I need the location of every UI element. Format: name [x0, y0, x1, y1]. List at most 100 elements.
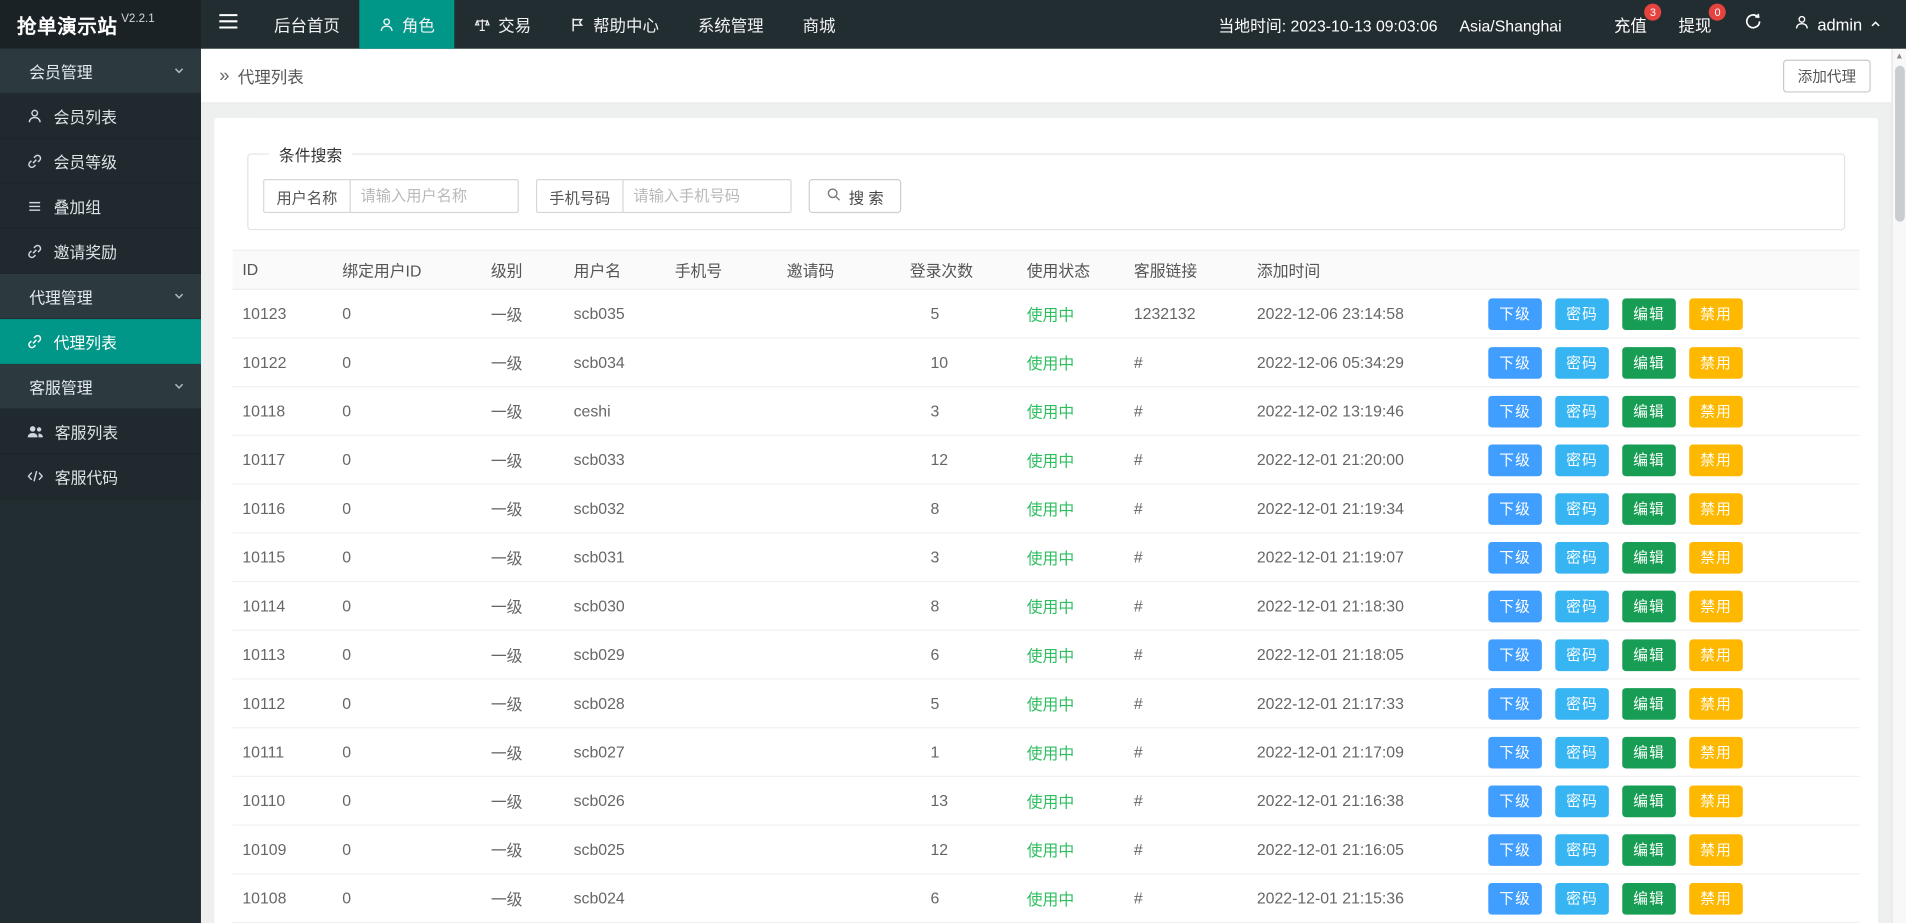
action-lower-button[interactable]: 下级	[1488, 492, 1542, 525]
action-edit-button[interactable]: 编辑	[1622, 687, 1676, 720]
add-agent-button[interactable]: 添加代理	[1782, 59, 1871, 92]
action-edit-button[interactable]: 编辑	[1622, 590, 1676, 622]
action-edit-button[interactable]: 编辑	[1622, 346, 1676, 379]
sidebar-group-会员管理[interactable]: 会员管理	[0, 48, 201, 94]
action-password-button[interactable]: 密码	[1555, 882, 1609, 915]
cell-username: scb031	[563, 532, 665, 583]
sidebar-item-叠加组[interactable]: 叠加组	[0, 183, 201, 229]
cell-id: 10118	[232, 386, 333, 437]
action-lower-button[interactable]: 下级	[1488, 346, 1542, 379]
action-lower-button[interactable]: 下级	[1488, 395, 1542, 427]
action-lower-button[interactable]: 下级	[1488, 833, 1542, 866]
action-lower-button[interactable]: 下级	[1488, 297, 1542, 330]
nav-item-商城[interactable]: 商城	[783, 0, 855, 49]
cell-created: 2022-12-01 21:17:09	[1247, 727, 1479, 778]
action-edit-button[interactable]: 编辑	[1622, 443, 1676, 476]
column-header: 使用状态	[1016, 249, 1125, 290]
action-disable-button[interactable]: 禁用	[1689, 638, 1743, 671]
action-disable-button[interactable]: 禁用	[1689, 687, 1743, 720]
sidebar-toggle-button[interactable]	[201, 0, 255, 49]
action-password-button[interactable]: 密码	[1555, 443, 1609, 476]
action-disable-button[interactable]: 禁用	[1689, 297, 1743, 330]
action-password-button[interactable]: 密码	[1555, 541, 1609, 574]
action-lower-button[interactable]: 下级	[1488, 736, 1542, 768]
nav-item-帮助中心[interactable]: 帮助中心	[550, 0, 678, 49]
action-lower-button[interactable]: 下级	[1488, 638, 1542, 671]
action-edit-button[interactable]: 编辑	[1622, 882, 1676, 915]
cell-phone	[664, 678, 778, 729]
action-password-button[interactable]: 密码	[1555, 784, 1609, 817]
nav-item-label: 后台首页	[274, 17, 340, 36]
cell-actions: 下级 密码 编辑 禁用	[1478, 435, 1860, 485]
user-menu[interactable]: admin	[1780, 0, 1894, 49]
sidebar-item-邀请奖励[interactable]: 邀请奖励	[0, 228, 201, 275]
action-disable-button[interactable]: 禁用	[1689, 590, 1743, 622]
sidebar-group-代理管理[interactable]: 代理管理	[0, 274, 201, 320]
scrollbar-thumb[interactable]	[1894, 65, 1905, 222]
scroll-up-arrow[interactable]: ▲	[1893, 49, 1906, 65]
cell-actions: 下级 密码 编辑 禁用	[1478, 727, 1860, 778]
sidebar-group-客服管理[interactable]: 客服管理	[0, 364, 201, 410]
action-edit-button[interactable]: 编辑	[1622, 833, 1676, 866]
cell-created: 2022-12-01 21:19:07	[1247, 532, 1479, 583]
action-disable-button[interactable]: 禁用	[1689, 395, 1743, 427]
user-icon	[1794, 15, 1810, 34]
cell-invite_code	[777, 727, 901, 778]
action-disable-button[interactable]: 禁用	[1689, 736, 1743, 768]
code-icon	[27, 469, 44, 484]
search-button[interactable]: 搜 索	[808, 179, 901, 214]
action-password-button[interactable]: 密码	[1555, 297, 1609, 330]
action-edit-button[interactable]: 编辑	[1622, 784, 1676, 817]
action-disable-button[interactable]: 禁用	[1689, 346, 1743, 379]
action-disable-button[interactable]: 禁用	[1689, 882, 1743, 915]
action-password-button[interactable]: 密码	[1555, 638, 1609, 671]
action-password-button[interactable]: 密码	[1555, 492, 1609, 525]
action-password-button[interactable]: 密码	[1555, 590, 1609, 622]
action-disable-button[interactable]: 禁用	[1689, 492, 1743, 525]
action-password-button[interactable]: 密码	[1555, 736, 1609, 768]
action-lower-button[interactable]: 下级	[1488, 590, 1542, 622]
recharge-link[interactable]: 充值 3	[1598, 0, 1663, 49]
cell-actions: 下级 密码 编辑 禁用	[1478, 289, 1860, 339]
action-lower-button[interactable]: 下级	[1488, 882, 1542, 915]
cell-service_link: #	[1124, 776, 1248, 826]
nav-item-系统管理[interactable]: 系统管理	[678, 0, 783, 49]
action-edit-button[interactable]: 编辑	[1622, 297, 1676, 330]
action-lower-button[interactable]: 下级	[1488, 541, 1542, 574]
action-password-button[interactable]: 密码	[1555, 395, 1609, 427]
phone-input[interactable]	[622, 179, 792, 214]
action-disable-button[interactable]: 禁用	[1689, 443, 1743, 476]
cell-level: 一级	[481, 386, 564, 437]
action-edit-button[interactable]: 编辑	[1622, 541, 1676, 574]
withdraw-link[interactable]: 提现 0	[1663, 0, 1728, 49]
nav-item-后台首页[interactable]: 后台首页	[255, 0, 360, 49]
link-icon	[27, 243, 43, 259]
action-password-button[interactable]: 密码	[1555, 346, 1609, 379]
action-lower-button[interactable]: 下级	[1488, 784, 1542, 817]
action-password-button[interactable]: 密码	[1555, 833, 1609, 866]
sidebar-item-label: 会员列表	[53, 107, 117, 127]
action-lower-button[interactable]: 下级	[1488, 687, 1542, 720]
refresh-button[interactable]	[1727, 0, 1779, 49]
chevron-up-icon	[1869, 15, 1881, 33]
action-edit-button[interactable]: 编辑	[1622, 395, 1676, 427]
cell-service_link: #	[1124, 873, 1248, 923]
action-password-button[interactable]: 密码	[1555, 687, 1609, 720]
sidebar-item-会员列表[interactable]: 会员列表	[0, 93, 201, 139]
sidebar-item-会员等级[interactable]: 会员等级	[0, 138, 201, 184]
action-lower-button[interactable]: 下级	[1488, 443, 1542, 476]
action-disable-button[interactable]: 禁用	[1689, 833, 1743, 866]
nav-item-角色[interactable]: 角色	[359, 0, 455, 49]
action-edit-button[interactable]: 编辑	[1622, 492, 1676, 525]
action-disable-button[interactable]: 禁用	[1689, 784, 1743, 817]
action-edit-button[interactable]: 编辑	[1622, 736, 1676, 768]
sidebar-item-代理列表[interactable]: 代理列表	[0, 319, 201, 365]
sidebar-item-客服列表[interactable]: 客服列表	[0, 409, 201, 455]
cell-id: 10108	[232, 873, 333, 923]
action-disable-button[interactable]: 禁用	[1689, 541, 1743, 574]
scrollbar[interactable]: ▲	[1891, 48, 1906, 923]
username-input[interactable]	[349, 179, 519, 214]
action-edit-button[interactable]: 编辑	[1622, 638, 1676, 671]
sidebar-item-客服代码[interactable]: 客服代码	[0, 454, 201, 500]
nav-item-交易[interactable]: 交易	[454, 0, 550, 49]
